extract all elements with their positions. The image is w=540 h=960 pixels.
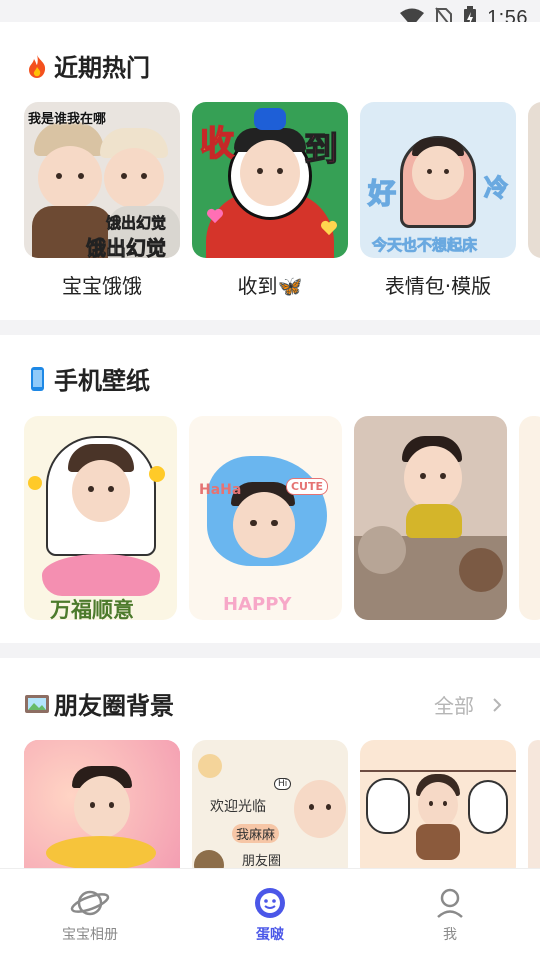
tab-label: 我 <box>443 927 457 943</box>
fire-icon <box>29 54 46 78</box>
recent-item-label: 收到🦋 <box>237 274 303 298</box>
chevron-right-icon <box>493 697 502 712</box>
baby-face <box>74 776 130 838</box>
blue-bow <box>254 108 286 130</box>
hi-bubble: Hi <box>274 778 292 790</box>
meme-text-bottom: 饿出幻觉 <box>86 236 167 258</box>
wallpaper-text: 万福顺意 <box>50 598 134 620</box>
see-all-label: 全部 <box>434 694 474 718</box>
moments-thumb-peek[interactable] <box>528 740 540 868</box>
wallpaper-list: 万福顺意 HaHa CUTE HAPPY <box>24 416 540 620</box>
baby-face <box>38 146 102 210</box>
wallpaper-thumb-3[interactable] <box>354 416 507 620</box>
clothesline <box>360 770 516 772</box>
meme-text-left: 好 <box>367 176 397 211</box>
picture-frame-icon <box>25 694 49 713</box>
baby-face <box>412 146 464 200</box>
meme-text-right: 到 <box>303 129 338 170</box>
tab-baby-album[interactable]: 宝宝相册 <box>0 869 180 960</box>
tab-me[interactable]: 我 <box>360 869 540 960</box>
tab-label: 蛋啵 <box>256 927 284 943</box>
moments-text-3: 朋友圈 <box>242 854 282 868</box>
teddy-bear <box>459 548 503 592</box>
section-title: 朋友圈背景 <box>54 692 174 720</box>
wallpaper-thumb-1[interactable]: 万福顺意 <box>24 416 177 620</box>
baby-face <box>72 460 130 522</box>
recent-thumb-peek[interactable] <box>528 102 540 258</box>
bear-costume <box>416 824 460 860</box>
recent-hot-header: 近期热门 <box>24 48 150 83</box>
recent-item-label: 宝宝饿饿 <box>62 274 142 298</box>
bottom-tab-bar: 宝宝相册 蛋啵 我 <box>0 868 540 960</box>
meme-text-small: 饿出幻觉 <box>106 214 167 233</box>
meme-text-bottom: 今天也不想起床 <box>372 236 478 255</box>
heart-icon <box>207 208 223 224</box>
phone-icon <box>31 366 44 391</box>
tab-danbo[interactable]: 蛋啵 <box>180 869 360 960</box>
moments-bg-list: 欢迎光临 我麻麻 朋友圈 Hi <box>24 740 540 868</box>
baby-face <box>418 782 458 828</box>
wallpaper-thumb-peek[interactable] <box>519 416 540 620</box>
moments-text-2: 我麻麻 <box>232 824 280 843</box>
recent-thumb-3[interactable]: 好 冷 今天也不想起床 <box>360 102 516 258</box>
section-title: 近期热门 <box>54 54 150 82</box>
recent-hot-list: 我是谁我在哪 饿出幻觉 饿出幻觉 宝宝饿饿 收 到 收到🦋 好 冷 今天也不想起… <box>24 102 540 299</box>
moments-bg-section: 朋友圈背景 全部 欢迎光临 我麻麻 朋友圈 Hi <box>0 658 540 868</box>
cute-sticker: CUTE <box>285 478 328 495</box>
baby-face <box>233 492 295 558</box>
wallpaper-text-2: HAPPY <box>223 594 292 615</box>
heart-icon <box>321 220 337 236</box>
moments-thumb-2[interactable]: 欢迎光临 我麻麻 朋友圈 Hi <box>192 740 348 868</box>
teddy-bear <box>358 526 406 574</box>
puppy-sticker <box>366 778 410 834</box>
meme-text-top: 我是谁我在哪 <box>28 112 107 127</box>
sun <box>198 754 222 778</box>
lotus <box>42 554 160 596</box>
recent-item-label: 表情包·模版 <box>384 274 492 298</box>
wallpaper-header: 手机壁纸 <box>24 361 150 396</box>
moments-bg-header: 朋友圈背景 <box>24 686 174 721</box>
moments-text-1: 欢迎光临 <box>210 799 266 815</box>
section-title: 手机壁纸 <box>54 367 150 395</box>
baby-face <box>404 446 462 510</box>
wallpaper-thumb-2[interactable]: HaHa CUTE HAPPY <box>189 416 342 620</box>
smiley-icon <box>255 888 285 918</box>
coin <box>28 476 42 490</box>
moments-thumb-3[interactable] <box>360 740 516 868</box>
wallpaper-section: 手机壁纸 万福顺意 HaHa CUTE HAPPY <box>0 335 540 643</box>
recent-item-3[interactable]: 好 冷 今天也不想起床 表情包·模版 <box>360 102 516 299</box>
tab-label: 宝宝相册 <box>62 927 118 943</box>
planet-icon <box>70 890 110 916</box>
yellow-dress <box>406 504 462 538</box>
teddy-bear <box>194 850 224 868</box>
coin <box>149 466 165 482</box>
recent-hot-section: 近期热门 我是谁我在哪 饿出幻觉 饿出幻觉 宝宝饿饿 收 到 收到🦋 好 冷 今… <box>0 22 540 320</box>
recent-thumb-2[interactable]: 收 到 <box>192 102 348 258</box>
baby-face <box>240 140 300 206</box>
recent-item-peek[interactable] <box>528 102 540 299</box>
recent-item-1[interactable]: 我是谁我在哪 饿出幻觉 饿出幻觉 宝宝饿饿 <box>24 102 180 299</box>
recent-item-2[interactable]: 收 到 收到🦋 <box>192 102 348 299</box>
meme-text-right: 冷 <box>483 173 508 202</box>
baby-face <box>294 780 346 838</box>
see-all-link[interactable]: 全部 <box>434 690 502 719</box>
user-icon <box>437 888 463 918</box>
gold-ingot <box>46 836 156 868</box>
recent-thumb-1[interactable]: 我是谁我在哪 饿出幻觉 饿出幻觉 <box>24 102 180 258</box>
moments-thumb-1[interactable] <box>24 740 180 868</box>
bunny-sticker <box>468 780 508 834</box>
wallpaper-text: HaHa <box>199 482 242 498</box>
meme-text-left: 收 <box>199 123 235 165</box>
baby-face <box>104 148 164 208</box>
